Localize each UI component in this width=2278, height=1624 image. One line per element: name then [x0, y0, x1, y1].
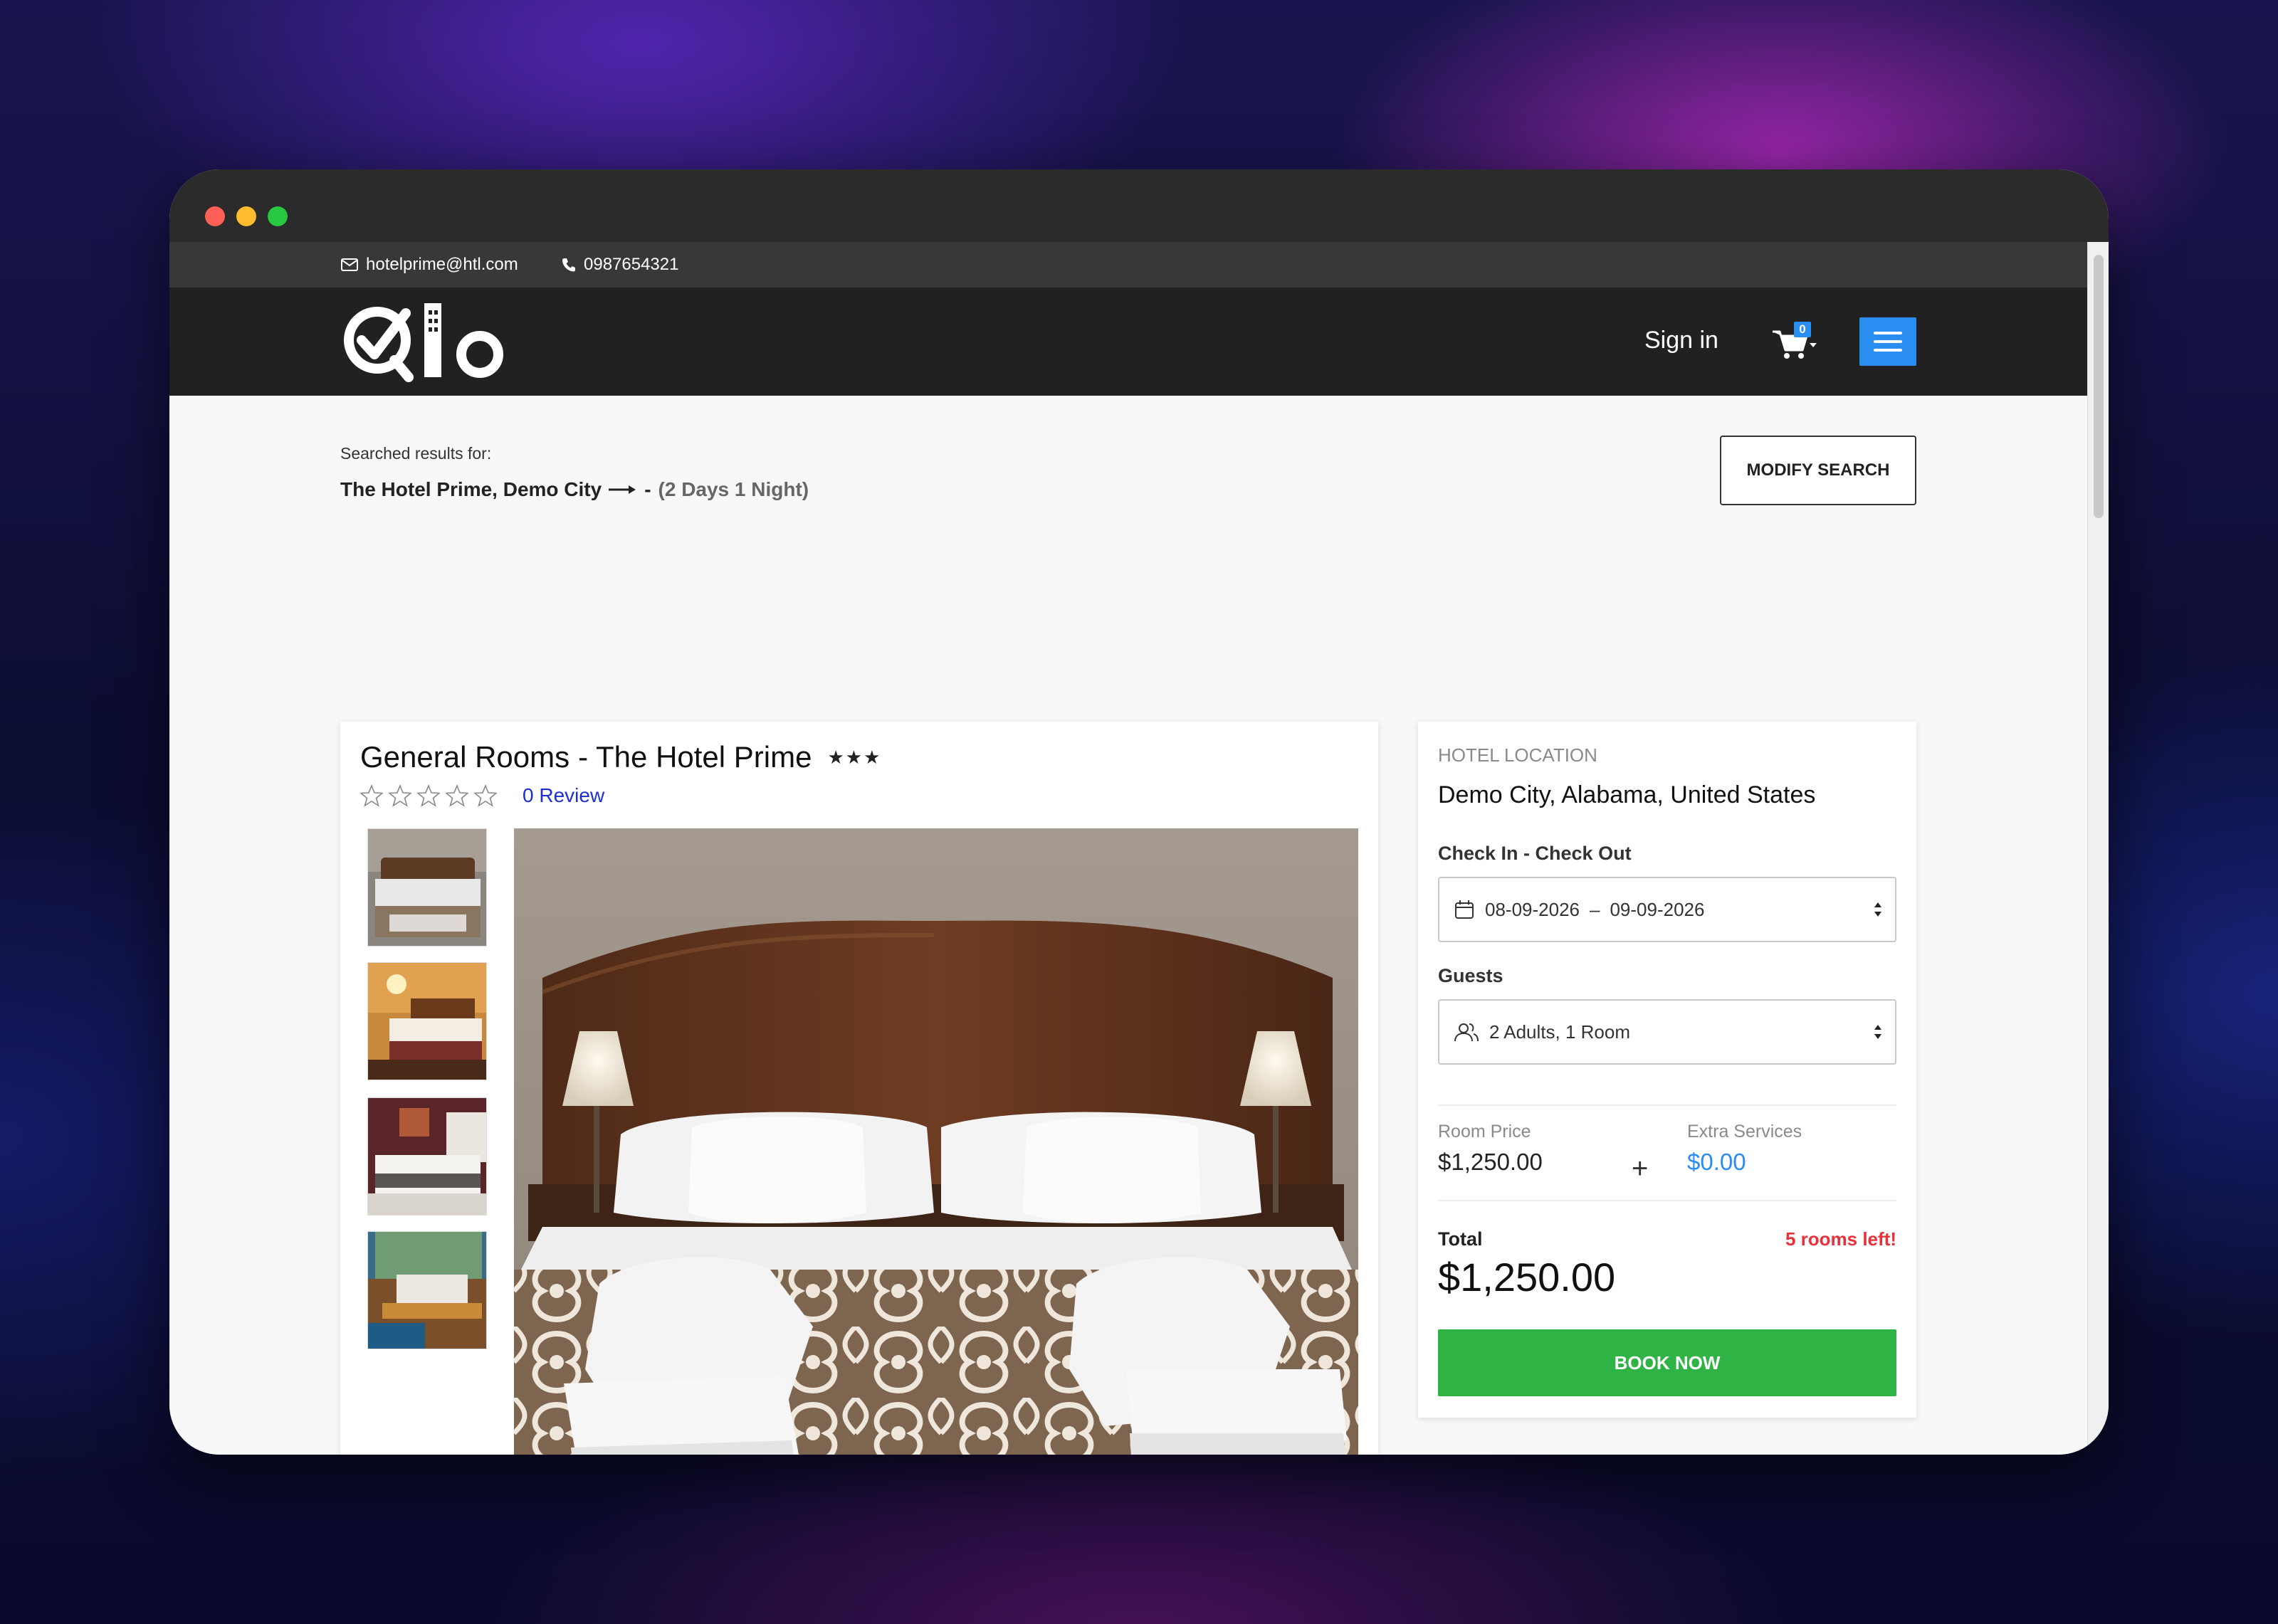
- window-titlebar: [169, 169, 2109, 242]
- extra-services-label: Extra Services: [1687, 1122, 1802, 1141]
- page-content: Searched results for: The Hotel Prime, D…: [169, 396, 2087, 1455]
- menu-bar-icon: [1874, 349, 1902, 352]
- hotel-location-label: HOTEL LOCATION: [1438, 744, 1597, 766]
- room-thumbnail-1[interactable]: [367, 828, 487, 947]
- rating-star-icon: [417, 784, 440, 807]
- modify-search-button[interactable]: MODIFY SEARCH: [1720, 436, 1916, 505]
- rating-star-icon: [389, 784, 411, 807]
- sign-in-link[interactable]: Sign in: [1644, 327, 1718, 354]
- close-window-button[interactable]: [205, 206, 225, 226]
- book-now-button[interactable]: BOOK NOW: [1438, 1329, 1896, 1396]
- contact-email-text: hotelprime@htl.com: [366, 255, 518, 274]
- rating-star-icon: [360, 784, 383, 807]
- search-results-label: Searched results for:: [340, 444, 492, 463]
- maximize-window-button[interactable]: [268, 206, 288, 226]
- guests-value: 2 Adults, 1 Room: [1489, 1021, 1630, 1043]
- menu-bar-icon: [1874, 332, 1902, 334]
- menu-bar-icon: [1874, 340, 1902, 343]
- hotel-location-value: Demo City, Alabama, United States: [1438, 781, 1816, 808]
- contact-email[interactable]: hotelprime@htl.com: [340, 242, 518, 288]
- select-caret-icon: [1874, 1025, 1881, 1039]
- search-nights: (2 Days 1 Night): [658, 478, 809, 500]
- divider: [1438, 1200, 1896, 1201]
- room-title: General Rooms - The Hotel Prime ★★★: [360, 740, 881, 774]
- search-destination: The Hotel Prime, Demo City: [340, 478, 602, 500]
- cart-dropdown[interactable]: 0: [1771, 322, 1821, 362]
- site-header: Sign in 0: [169, 288, 2087, 396]
- page-scrollbar[interactable]: [2087, 242, 2109, 1455]
- select-caret-icon: [1874, 902, 1881, 917]
- booking-card: HOTEL LOCATION Demo City, Alabama, Unite…: [1418, 722, 1916, 1418]
- room-thumbnail-4[interactable]: [367, 1231, 487, 1349]
- review-count-link[interactable]: 0 Review: [523, 784, 604, 807]
- review-rating: 0 Review: [360, 784, 604, 807]
- room-thumbnail-3[interactable]: [367, 1097, 487, 1216]
- contact-phone-text: 0987654321: [584, 255, 679, 274]
- hotel-star-rating: ★★★: [827, 746, 882, 768]
- room-price-value: $1,250.00: [1438, 1149, 1543, 1175]
- extra-services-link[interactable]: $0.00: [1687, 1149, 1746, 1176]
- room-card: General Rooms - The Hotel Prime ★★★ 0 Re…: [340, 722, 1378, 1455]
- phone-icon: [562, 258, 575, 272]
- contact-bar: hotelprime@htl.com 0987654321: [169, 242, 2087, 288]
- browser-window: hotelprime@htl.com 0987654321 Sign in 0 …: [169, 169, 2109, 1455]
- room-name: General Rooms: [360, 740, 570, 774]
- check-out-date: 09-09-2026: [1610, 898, 1705, 920]
- total-label: Total: [1438, 1228, 1483, 1250]
- search-separator: -: [644, 478, 651, 500]
- hotel-name: - The Hotel Prime: [578, 740, 812, 774]
- guests-selector[interactable]: 2 Adults, 1 Room: [1438, 999, 1896, 1065]
- qlo-logo[interactable]: [340, 300, 511, 383]
- rooms-left-badge: 5 rooms left!: [1785, 1228, 1896, 1250]
- mail-icon: [341, 258, 358, 271]
- cart-count-badge: 0: [1794, 322, 1811, 337]
- date-range-picker[interactable]: 08-09-2026 – 09-09-2026: [1438, 877, 1896, 942]
- room-thumbnail-2[interactable]: [367, 962, 487, 1080]
- arrow-right-icon: [609, 485, 636, 494]
- rating-star-icon: [446, 784, 468, 807]
- scrollbar-thumb[interactable]: [2094, 255, 2104, 518]
- rating-stars: [360, 784, 497, 807]
- contact-phone[interactable]: 0987654321: [561, 242, 678, 288]
- calendar-icon: [1455, 900, 1474, 919]
- dates-label: Check In - Check Out: [1438, 843, 1632, 864]
- total-price-value: $1,250.00: [1438, 1255, 1616, 1299]
- users-icon: [1454, 1023, 1479, 1042]
- plus-sign: +: [1632, 1153, 1649, 1184]
- date-separator: –: [1590, 898, 1600, 920]
- guests-label: Guests: [1438, 965, 1503, 986]
- check-in-date: 08-09-2026: [1485, 898, 1580, 920]
- search-summary: The Hotel Prime, Demo City - (2 Days 1 N…: [340, 478, 809, 501]
- minimize-window-button[interactable]: [236, 206, 256, 226]
- divider: [1438, 1104, 1896, 1106]
- room-main-photo[interactable]: [514, 828, 1358, 1455]
- rating-star-icon: [474, 784, 497, 807]
- hamburger-menu-button[interactable]: [1859, 317, 1916, 366]
- room-price-label: Room Price: [1438, 1122, 1531, 1141]
